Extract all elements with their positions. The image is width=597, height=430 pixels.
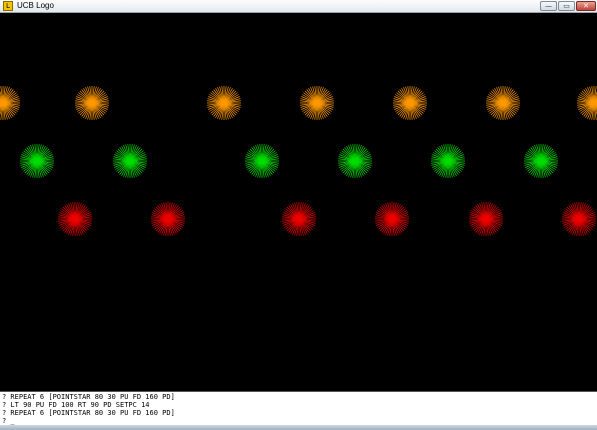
graphics-surface: [0, 86, 597, 236]
command-console[interactable]: ? REPEAT 6 [POINTSTAR 80 30 PU FD 160 PD…: [0, 391, 597, 425]
starburst: [282, 202, 316, 236]
command-input-line[interactable]: ? _: [2, 417, 595, 425]
title-bar[interactable]: L UCB Logo — ▭ ✕: [0, 0, 597, 13]
starburst: [338, 144, 372, 178]
starburst: [431, 144, 465, 178]
starburst: [577, 86, 597, 120]
starburst: [207, 86, 241, 120]
starburst: [469, 202, 503, 236]
starburst: [393, 86, 427, 120]
starburst: [113, 144, 147, 178]
window-title: UCB Logo: [17, 1, 54, 10]
taskbar[interactable]: [0, 425, 597, 430]
starburst: [300, 86, 334, 120]
starburst: [58, 202, 92, 236]
starburst: [562, 202, 596, 236]
starburst: [524, 144, 558, 178]
starburst: [75, 86, 109, 120]
turtle-graphics-canvas[interactable]: [0, 13, 597, 391]
console-line: ? REPEAT 6 [POINTSTAR 80 30 PU FD 160 PD…: [2, 409, 175, 417]
logo-app-icon[interactable]: L: [3, 1, 13, 11]
console-line: ? LT 90 PU FD 100 RT 90 PD SETPC 14: [2, 401, 150, 409]
starburst: [20, 144, 54, 178]
starburst: [375, 202, 409, 236]
close-button[interactable]: ✕: [576, 1, 596, 11]
starburst: [0, 86, 20, 120]
starburst: [245, 144, 279, 178]
starburst: [486, 86, 520, 120]
maximize-button[interactable]: ▭: [558, 1, 575, 11]
starburst: [151, 202, 185, 236]
minimize-button[interactable]: —: [540, 1, 557, 11]
console-line: ? REPEAT 6 [POINTSTAR 80 30 PU FD 160 PD…: [2, 393, 175, 401]
